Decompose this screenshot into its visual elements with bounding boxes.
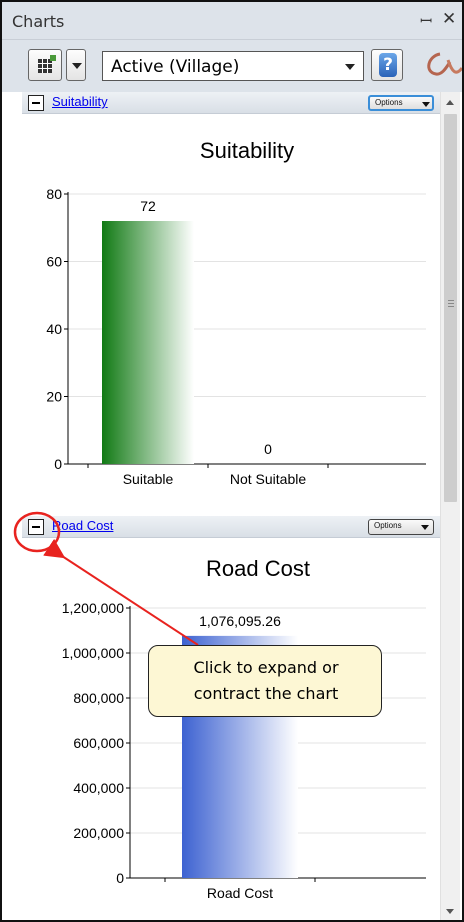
app-logo xyxy=(410,46,462,86)
options-label: Options xyxy=(374,521,402,530)
road-cost-options-button[interactable]: Options xyxy=(368,519,434,535)
road-cost-section-header: Road Cost Options xyxy=(22,516,440,538)
panel-title: Charts xyxy=(12,12,65,31)
y-tick-label: 40 xyxy=(46,321,62,337)
callout-line-1: Click to expand or xyxy=(193,658,339,677)
grid-icon xyxy=(38,59,52,73)
x-tick-label: Road Cost xyxy=(207,885,273,901)
road-cost-link[interactable]: Road Cost xyxy=(52,518,113,533)
minus-icon xyxy=(32,102,40,104)
grid-add-icon xyxy=(50,55,56,61)
chart-menu-dropdown-button[interactable] xyxy=(66,49,86,81)
y-tick-label: 200,000 xyxy=(73,825,124,841)
road-cost-chart: Road Cost 0 200,000 400,000 600,000 800,000 1,… xyxy=(62,556,426,901)
panel-title-bar: Charts ꟷ ✕ xyxy=(2,2,462,40)
data-label: 1,076,095.26 xyxy=(199,613,281,629)
scrollbar-thumb[interactable] xyxy=(444,114,457,502)
chart-grid-button[interactable] xyxy=(28,49,62,81)
panel-scrollbar[interactable] xyxy=(440,92,460,920)
y-tick-label: 60 xyxy=(46,254,62,270)
toolbar: Active (Village) ? xyxy=(2,40,462,92)
x-tick-label: Suitable xyxy=(123,471,174,487)
chart-title: Suitability xyxy=(200,138,294,163)
chevron-down-icon xyxy=(72,63,82,69)
chevron-down-icon xyxy=(422,102,430,107)
data-label: 0 xyxy=(264,441,272,457)
chevron-down-icon xyxy=(421,525,429,530)
chart-title: Road Cost xyxy=(206,556,310,581)
data-label: 72 xyxy=(140,198,156,214)
callout-line-2: contract the chart xyxy=(193,684,339,703)
y-tick-label: 800,000 xyxy=(73,690,124,706)
y-tick-label: 600,000 xyxy=(73,735,124,751)
callout-tooltip: Click to expand or contract the chart xyxy=(148,645,382,717)
x-tick-label: Not Suitable xyxy=(230,471,306,487)
y-tick-label: 80 xyxy=(46,186,62,202)
suitability-chart: Suitability 0 20 40 60 80 72 Suitable 0 Not Suita… xyxy=(46,138,426,487)
pin-icon[interactable]: ꟷ xyxy=(420,11,432,31)
y-tick-label: 1,200,000 xyxy=(62,600,124,616)
help-icon: ? xyxy=(379,53,397,77)
y-tick-label: 20 xyxy=(46,389,62,405)
suitability-link[interactable]: Suitability xyxy=(52,94,108,109)
collapse-suitability-button[interactable] xyxy=(28,95,44,111)
help-button[interactable]: ? xyxy=(371,49,403,81)
y-tick-label: 400,000 xyxy=(73,780,124,796)
collapse-road-cost-button[interactable] xyxy=(28,519,44,535)
minus-icon xyxy=(32,526,40,528)
options-label: Options xyxy=(375,98,403,107)
scroll-up-icon[interactable] xyxy=(446,100,454,105)
chevron-down-icon xyxy=(345,64,355,70)
suitability-section-header: Suitability Options xyxy=(22,92,440,114)
y-tick-label: 1,000,000 xyxy=(62,645,124,661)
y-tick-label: 0 xyxy=(116,870,124,886)
scenario-select-value: Active (Village) xyxy=(111,57,240,77)
suitability-options-button[interactable]: Options xyxy=(368,95,434,111)
y-tick-label: 0 xyxy=(54,456,62,472)
scenario-select[interactable]: Active (Village) xyxy=(102,51,364,81)
close-icon[interactable]: ✕ xyxy=(442,9,456,29)
grip-icon xyxy=(448,300,454,308)
bar xyxy=(102,221,194,464)
scroll-down-icon[interactable] xyxy=(446,909,454,914)
